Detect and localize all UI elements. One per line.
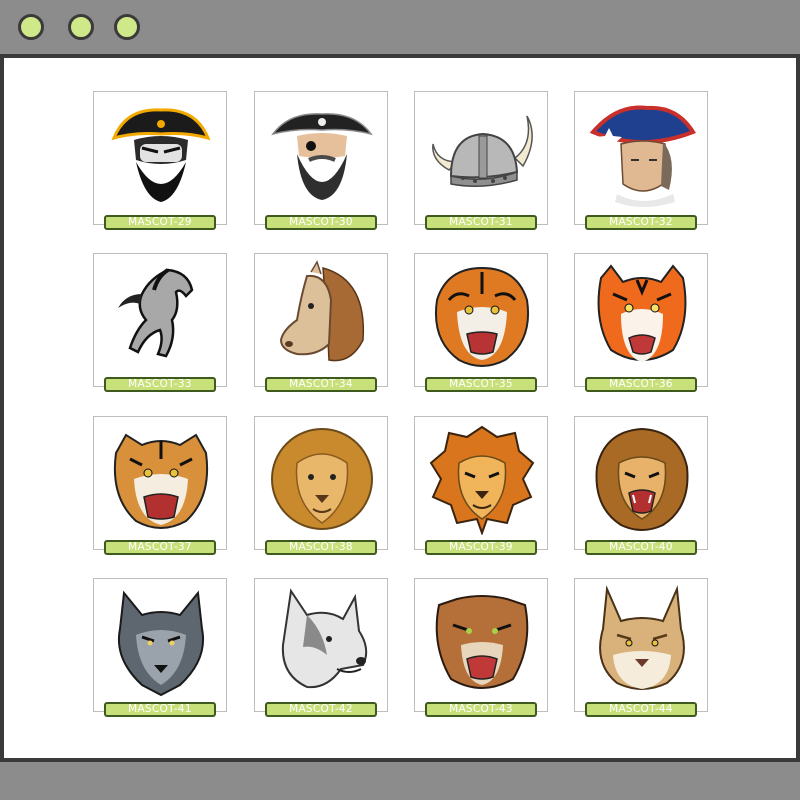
- horse-head-icon: [279, 260, 365, 362]
- mascot-label: MASCOT-38: [265, 540, 377, 555]
- white-wolf-icon: [281, 588, 368, 689]
- browser-window: MASCOT-29 MASCOT-30 MASCOT-31 MASCOT-32 …: [0, 0, 800, 800]
- mascot-card[interactable]: MASCOT-32: [574, 91, 708, 230]
- window-dot-2[interactable]: [68, 14, 94, 40]
- running-mustang-icon: [118, 268, 194, 358]
- lynx-icon: [599, 585, 685, 690]
- mascot-card[interactable]: MASCOT-44: [574, 578, 708, 717]
- mascot-label: MASCOT-31: [425, 215, 537, 230]
- mascot-label: MASCOT-37: [104, 540, 216, 555]
- mascot-label: MASCOT-33: [104, 377, 216, 392]
- bottom-bar: [0, 758, 800, 800]
- mascot-label: MASCOT-43: [425, 702, 537, 717]
- roaring-lion-icon: [595, 427, 689, 531]
- mascot-card[interactable]: MASCOT-37: [93, 416, 227, 555]
- mascot-label: MASCOT-40: [585, 540, 697, 555]
- mascot-card[interactable]: MASCOT-39: [414, 416, 548, 555]
- mascot-label: MASCOT-36: [585, 377, 697, 392]
- snarling-tiger-icon: [113, 433, 209, 529]
- viking-helmet-icon: [432, 115, 533, 187]
- mascot-card[interactable]: MASCOT-29: [93, 91, 227, 230]
- orange-tiger-icon: [597, 264, 687, 362]
- mascot-label: MASCOT-29: [104, 215, 216, 230]
- mascot-card[interactable]: MASCOT-34: [254, 253, 388, 392]
- mascot-label: MASCOT-35: [425, 377, 537, 392]
- bearded-pirate-icon: [271, 113, 373, 200]
- mascot-label: MASCOT-44: [585, 702, 697, 717]
- mascot-label: MASCOT-34: [265, 377, 377, 392]
- pirate-captain-icon: [111, 108, 211, 202]
- window-dot-1[interactable]: [18, 14, 44, 40]
- mascot-label: MASCOT-32: [585, 215, 697, 230]
- mascot-card[interactable]: MASCOT-33: [93, 253, 227, 392]
- mascot-label: MASCOT-30: [265, 215, 377, 230]
- cougar-icon: [435, 595, 529, 689]
- roaring-tiger-icon: [435, 266, 529, 367]
- title-bar: [0, 0, 800, 58]
- mascot-label: MASCOT-39: [425, 540, 537, 555]
- fierce-lion-icon: [429, 425, 535, 535]
- mascot-card[interactable]: MASCOT-31: [414, 91, 548, 230]
- mascot-card[interactable]: MASCOT-42: [254, 578, 388, 717]
- calm-lion-icon: [271, 428, 373, 530]
- gray-wolf-icon: [118, 590, 204, 697]
- mascot-card[interactable]: MASCOT-41: [93, 578, 227, 717]
- mascot-card[interactable]: MASCOT-40: [574, 416, 708, 555]
- mascot-label: MASCOT-41: [104, 702, 216, 717]
- patriot-tricorn-icon: [589, 105, 696, 207]
- window-dot-3[interactable]: [114, 14, 140, 40]
- mascot-card[interactable]: MASCOT-36: [574, 253, 708, 392]
- mascot-label: MASCOT-42: [265, 702, 377, 717]
- mascot-card[interactable]: MASCOT-43: [414, 578, 548, 717]
- mascot-card[interactable]: MASCOT-30: [254, 91, 388, 230]
- mascot-card[interactable]: MASCOT-38: [254, 416, 388, 555]
- gallery-content: MASCOT-29 MASCOT-30 MASCOT-31 MASCOT-32 …: [0, 58, 800, 758]
- mascot-card[interactable]: MASCOT-35: [414, 253, 548, 392]
